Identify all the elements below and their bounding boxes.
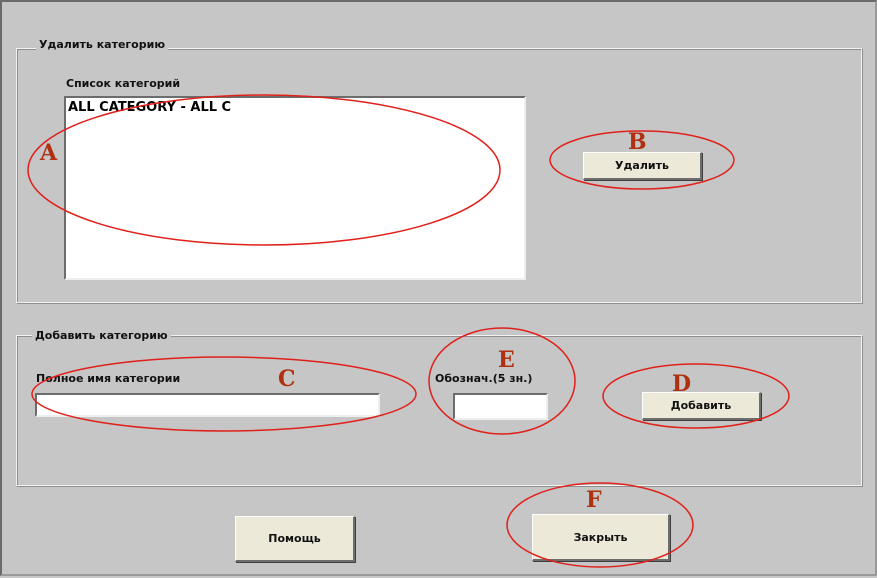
annotation-letter-c: C: [278, 366, 296, 392]
annotation-letter-d: D: [672, 371, 692, 397]
category-list-label: Список категорий: [66, 77, 181, 90]
annotation-letter-e: E: [498, 347, 515, 373]
fullname-input[interactable]: [35, 393, 380, 417]
category-list[interactable]: ALL CATEGORY - ALL C: [64, 96, 526, 280]
abbreviation-label: Обознач.(5 зн.): [435, 372, 533, 385]
help-button[interactable]: Помощь: [235, 516, 355, 562]
annotation-letter-a: A: [40, 140, 58, 166]
annotation-letter-b: B: [628, 129, 647, 155]
add-category-title: Добавить категорию: [32, 329, 171, 342]
close-button[interactable]: Закрыть: [532, 514, 670, 561]
delete-button[interactable]: Удалить: [583, 152, 702, 180]
list-item[interactable]: ALL CATEGORY - ALL C: [68, 100, 522, 115]
delete-category-title: Удалить категорию: [36, 38, 169, 51]
fullname-label: Полное имя категории: [36, 372, 181, 385]
abbreviation-input[interactable]: [453, 393, 548, 420]
annotation-letter-f: F: [586, 487, 602, 513]
category-dialog: Удалить категорию Список категорий ALL C…: [0, 0, 877, 576]
add-button[interactable]: Добавить: [642, 392, 761, 420]
